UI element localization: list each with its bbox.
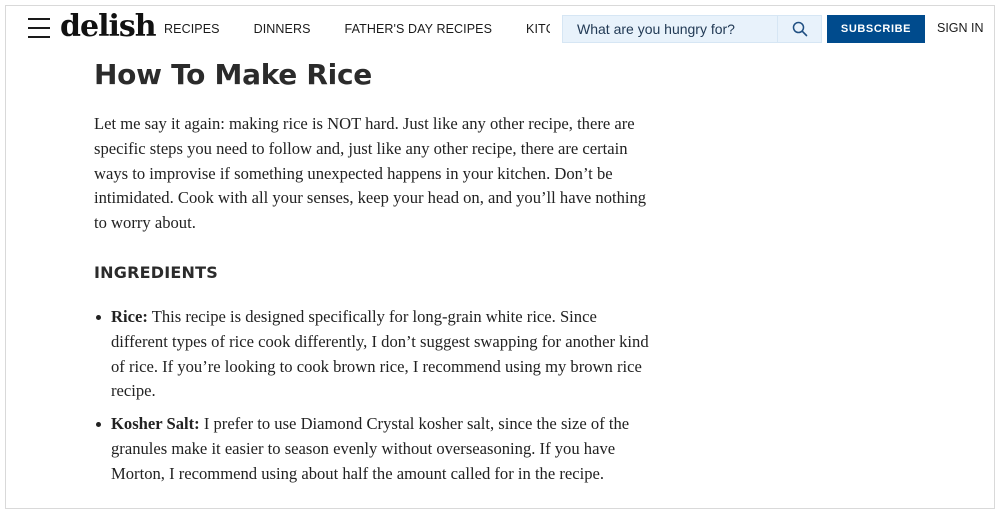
search-button[interactable] [778, 15, 822, 43]
bullet-icon [96, 314, 101, 320]
list-item: Rice: This recipe is designed specifical… [94, 305, 649, 404]
search-icon [792, 21, 807, 37]
nav-item-recipes[interactable]: RECIPES [164, 22, 220, 36]
subscribe-button[interactable]: SUBSCRIBE [827, 15, 925, 43]
site-logo[interactable]: delish [60, 9, 157, 44]
bullet-icon [96, 422, 101, 428]
intro-paragraph: Let me say it again: making rice is NOT … [94, 114, 647, 233]
ingredients-list: Rice: This recipe is designed specifical… [94, 305, 654, 487]
article-body: How To Make Rice Let me say it again: ma… [94, 52, 654, 495]
sign-in-link[interactable]: SIGN IN [937, 21, 984, 35]
nav-item-fathers-day-recipes[interactable]: FATHER'S DAY RECIPES [345, 22, 492, 36]
ingredient-term: Rice: [111, 306, 148, 326]
site-header: delish RECIPES DINNERS FATHER'S DAY RECI… [6, 6, 994, 52]
menu-icon[interactable] [28, 18, 50, 38]
search-input[interactable] [562, 15, 778, 43]
main-nav: RECIPES DINNERS FATHER'S DAY RECIPES KIT… [164, 6, 550, 52]
nav-item-kitchen-tips[interactable]: KITCHEN TIPS [526, 22, 550, 36]
ingredient-description: This recipe is designed specifically for… [111, 306, 649, 401]
page-frame: delish RECIPES DINNERS FATHER'S DAY RECI… [5, 5, 995, 509]
article-title: How To Make Rice [94, 58, 372, 91]
ingredients-heading: INGREDIENTS [94, 262, 218, 282]
list-item: Kosher Salt: I prefer to use Diamond Cry… [94, 412, 649, 486]
nav-item-dinners[interactable]: DINNERS [254, 22, 311, 36]
ingredient-term: Kosher Salt: [111, 414, 200, 434]
